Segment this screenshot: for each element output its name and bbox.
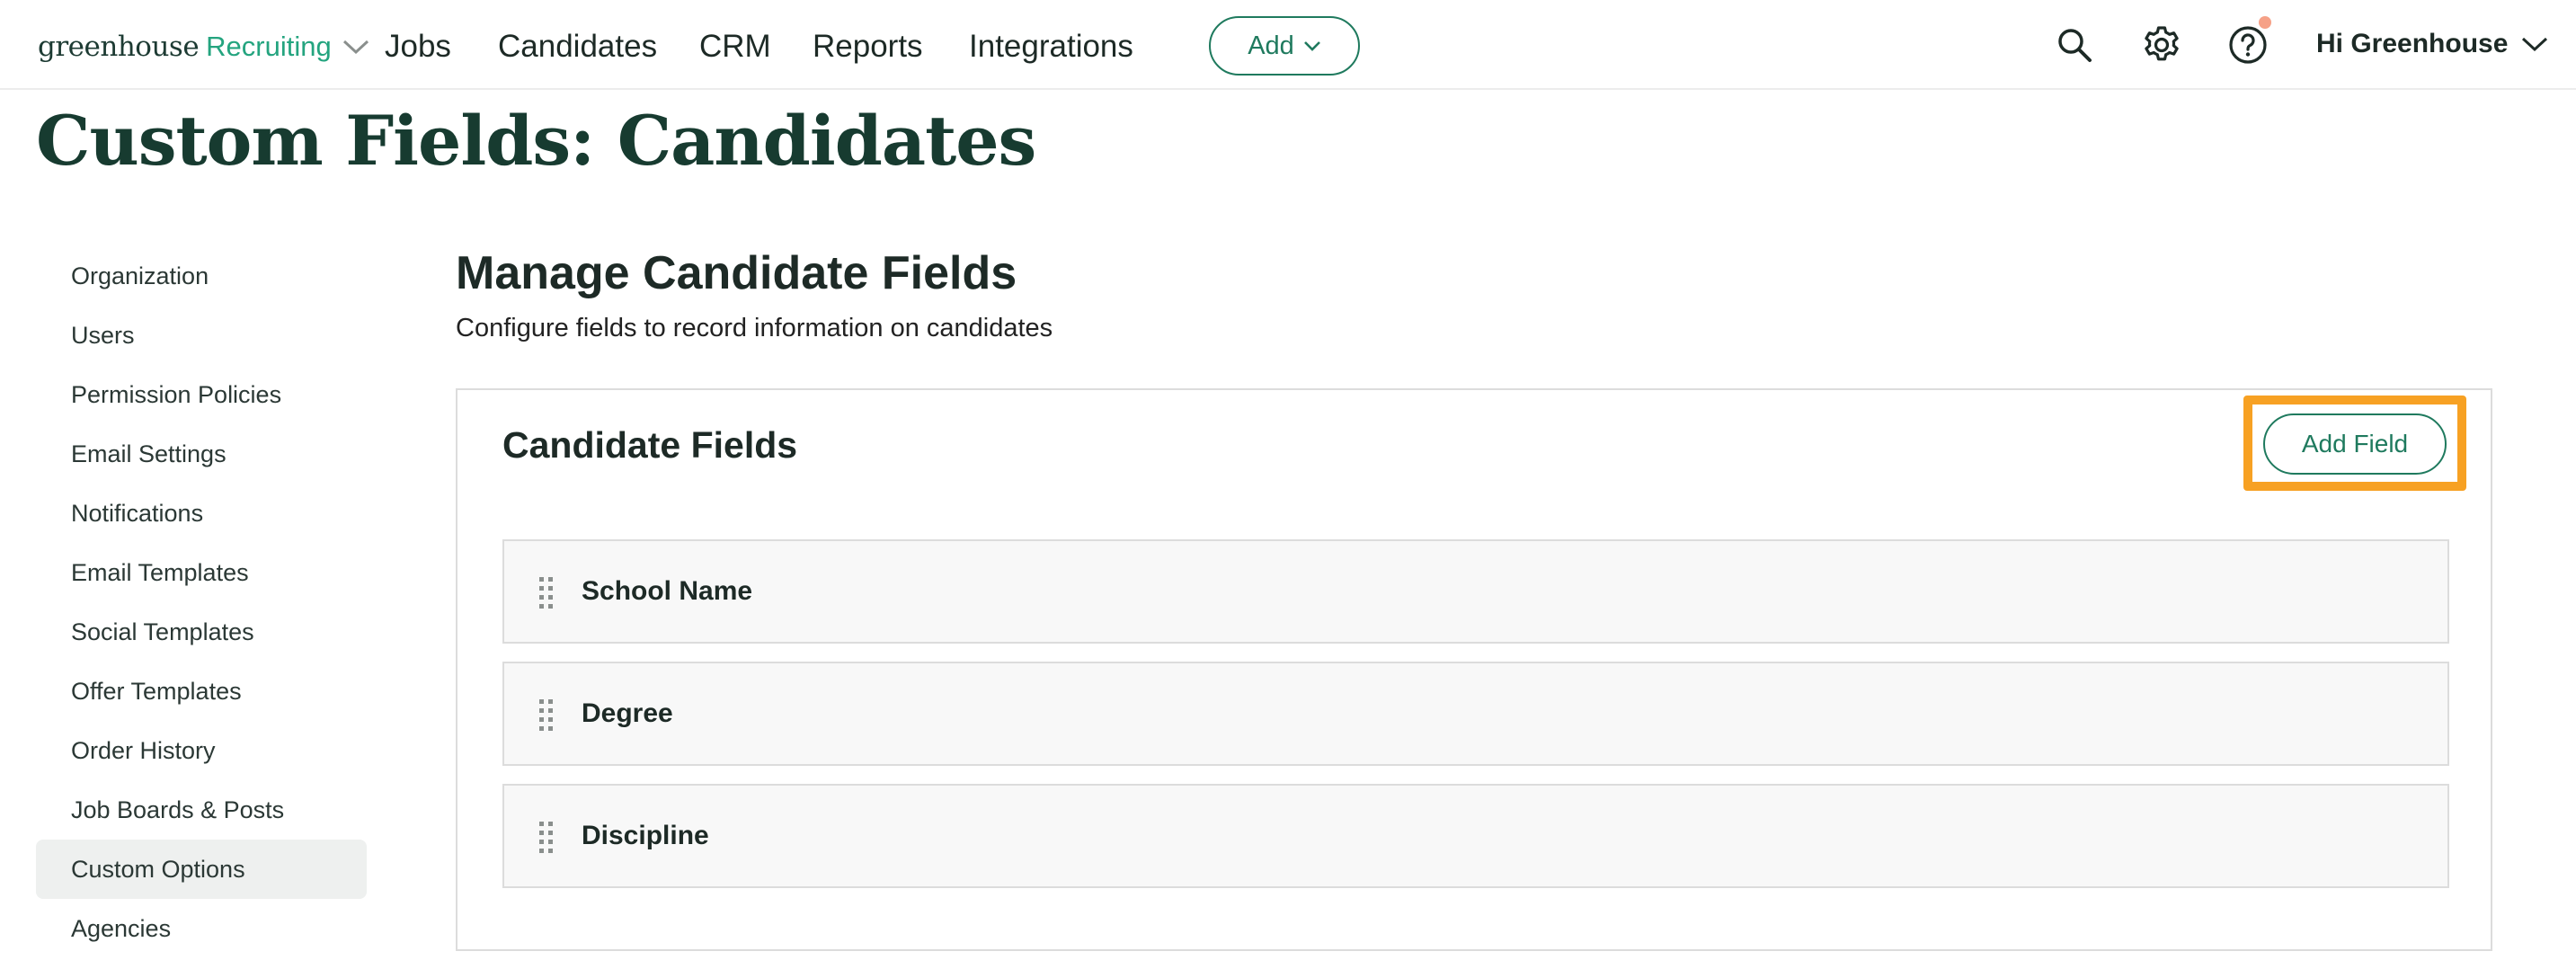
top-nav: greenhouse Recruiting Jobs Candidates CR… bbox=[0, 0, 2576, 90]
field-row[interactable]: Discipline bbox=[502, 784, 2449, 888]
field-row[interactable]: Degree bbox=[502, 662, 2449, 766]
field-label: Degree bbox=[582, 698, 673, 728]
sidebar-item-users[interactable]: Users bbox=[36, 306, 367, 365]
drag-handle-icon[interactable] bbox=[538, 822, 555, 854]
candidate-fields-panel: Candidate Fields Add Field School Name D… bbox=[456, 388, 2492, 951]
sidebar-item-email-templates[interactable]: Email Templates bbox=[36, 543, 367, 602]
nav-item-crm[interactable]: CRM bbox=[699, 29, 771, 65]
search-icon[interactable] bbox=[2051, 22, 2098, 68]
nav-item-jobs[interactable]: Jobs bbox=[385, 29, 451, 65]
sidebar-item-agencies[interactable]: Agencies bbox=[36, 899, 367, 958]
field-row[interactable]: School Name bbox=[502, 539, 2449, 644]
section-description: Configure fields to record information o… bbox=[456, 314, 1053, 342]
chevron-down-icon bbox=[1303, 41, 1320, 51]
sidebar-item-permission-policies[interactable]: Permission Policies bbox=[36, 365, 367, 424]
sidebar-item-notifications[interactable]: Notifications bbox=[36, 484, 367, 543]
notification-dot bbox=[2259, 16, 2271, 29]
sidebar-item-social-templates[interactable]: Social Templates bbox=[36, 602, 367, 662]
chevron-down-icon bbox=[2522, 37, 2548, 52]
panel-title: Candidate Fields bbox=[502, 424, 798, 466]
nav-item-candidates[interactable]: Candidates bbox=[498, 29, 657, 65]
nav-item-integrations[interactable]: Integrations bbox=[969, 29, 1133, 65]
logo-main-text: greenhouse bbox=[38, 31, 200, 63]
add-field-button[interactable]: Add Field bbox=[2263, 413, 2447, 475]
greenhouse-logo[interactable]: greenhouse Recruiting bbox=[38, 27, 371, 67]
field-label: Discipline bbox=[582, 821, 709, 850]
user-greeting: Hi Greenhouse bbox=[2316, 29, 2509, 58]
chevron-down-icon[interactable] bbox=[341, 37, 371, 57]
logo-sub-text: Recruiting bbox=[206, 31, 332, 62]
sidebar-item-custom-options[interactable]: Custom Options bbox=[36, 840, 367, 899]
section-heading: Manage Candidate Fields bbox=[456, 247, 1017, 299]
sidebar-item-job-boards-posts[interactable]: Job Boards & Posts bbox=[36, 780, 367, 840]
sidebar-item-order-history[interactable]: Order History bbox=[36, 721, 367, 780]
settings-sidebar: Organization Users Permission Policies E… bbox=[36, 246, 367, 958]
page-title: Custom Fields: Candidates bbox=[36, 101, 1036, 181]
drag-handle-icon[interactable] bbox=[538, 699, 555, 732]
add-button-label: Add bbox=[1248, 31, 1294, 60]
nav-item-reports[interactable]: Reports bbox=[813, 29, 923, 65]
sidebar-item-email-settings[interactable]: Email Settings bbox=[36, 424, 367, 484]
sidebar-item-offer-templates[interactable]: Offer Templates bbox=[36, 662, 367, 721]
user-menu[interactable]: Hi Greenhouse bbox=[2316, 29, 2549, 59]
drag-handle-icon[interactable] bbox=[538, 577, 555, 609]
gear-icon[interactable] bbox=[2138, 22, 2185, 68]
sidebar-item-organization[interactable]: Organization bbox=[36, 246, 367, 306]
field-label: School Name bbox=[582, 576, 753, 606]
add-button[interactable]: Add bbox=[1209, 16, 1360, 76]
